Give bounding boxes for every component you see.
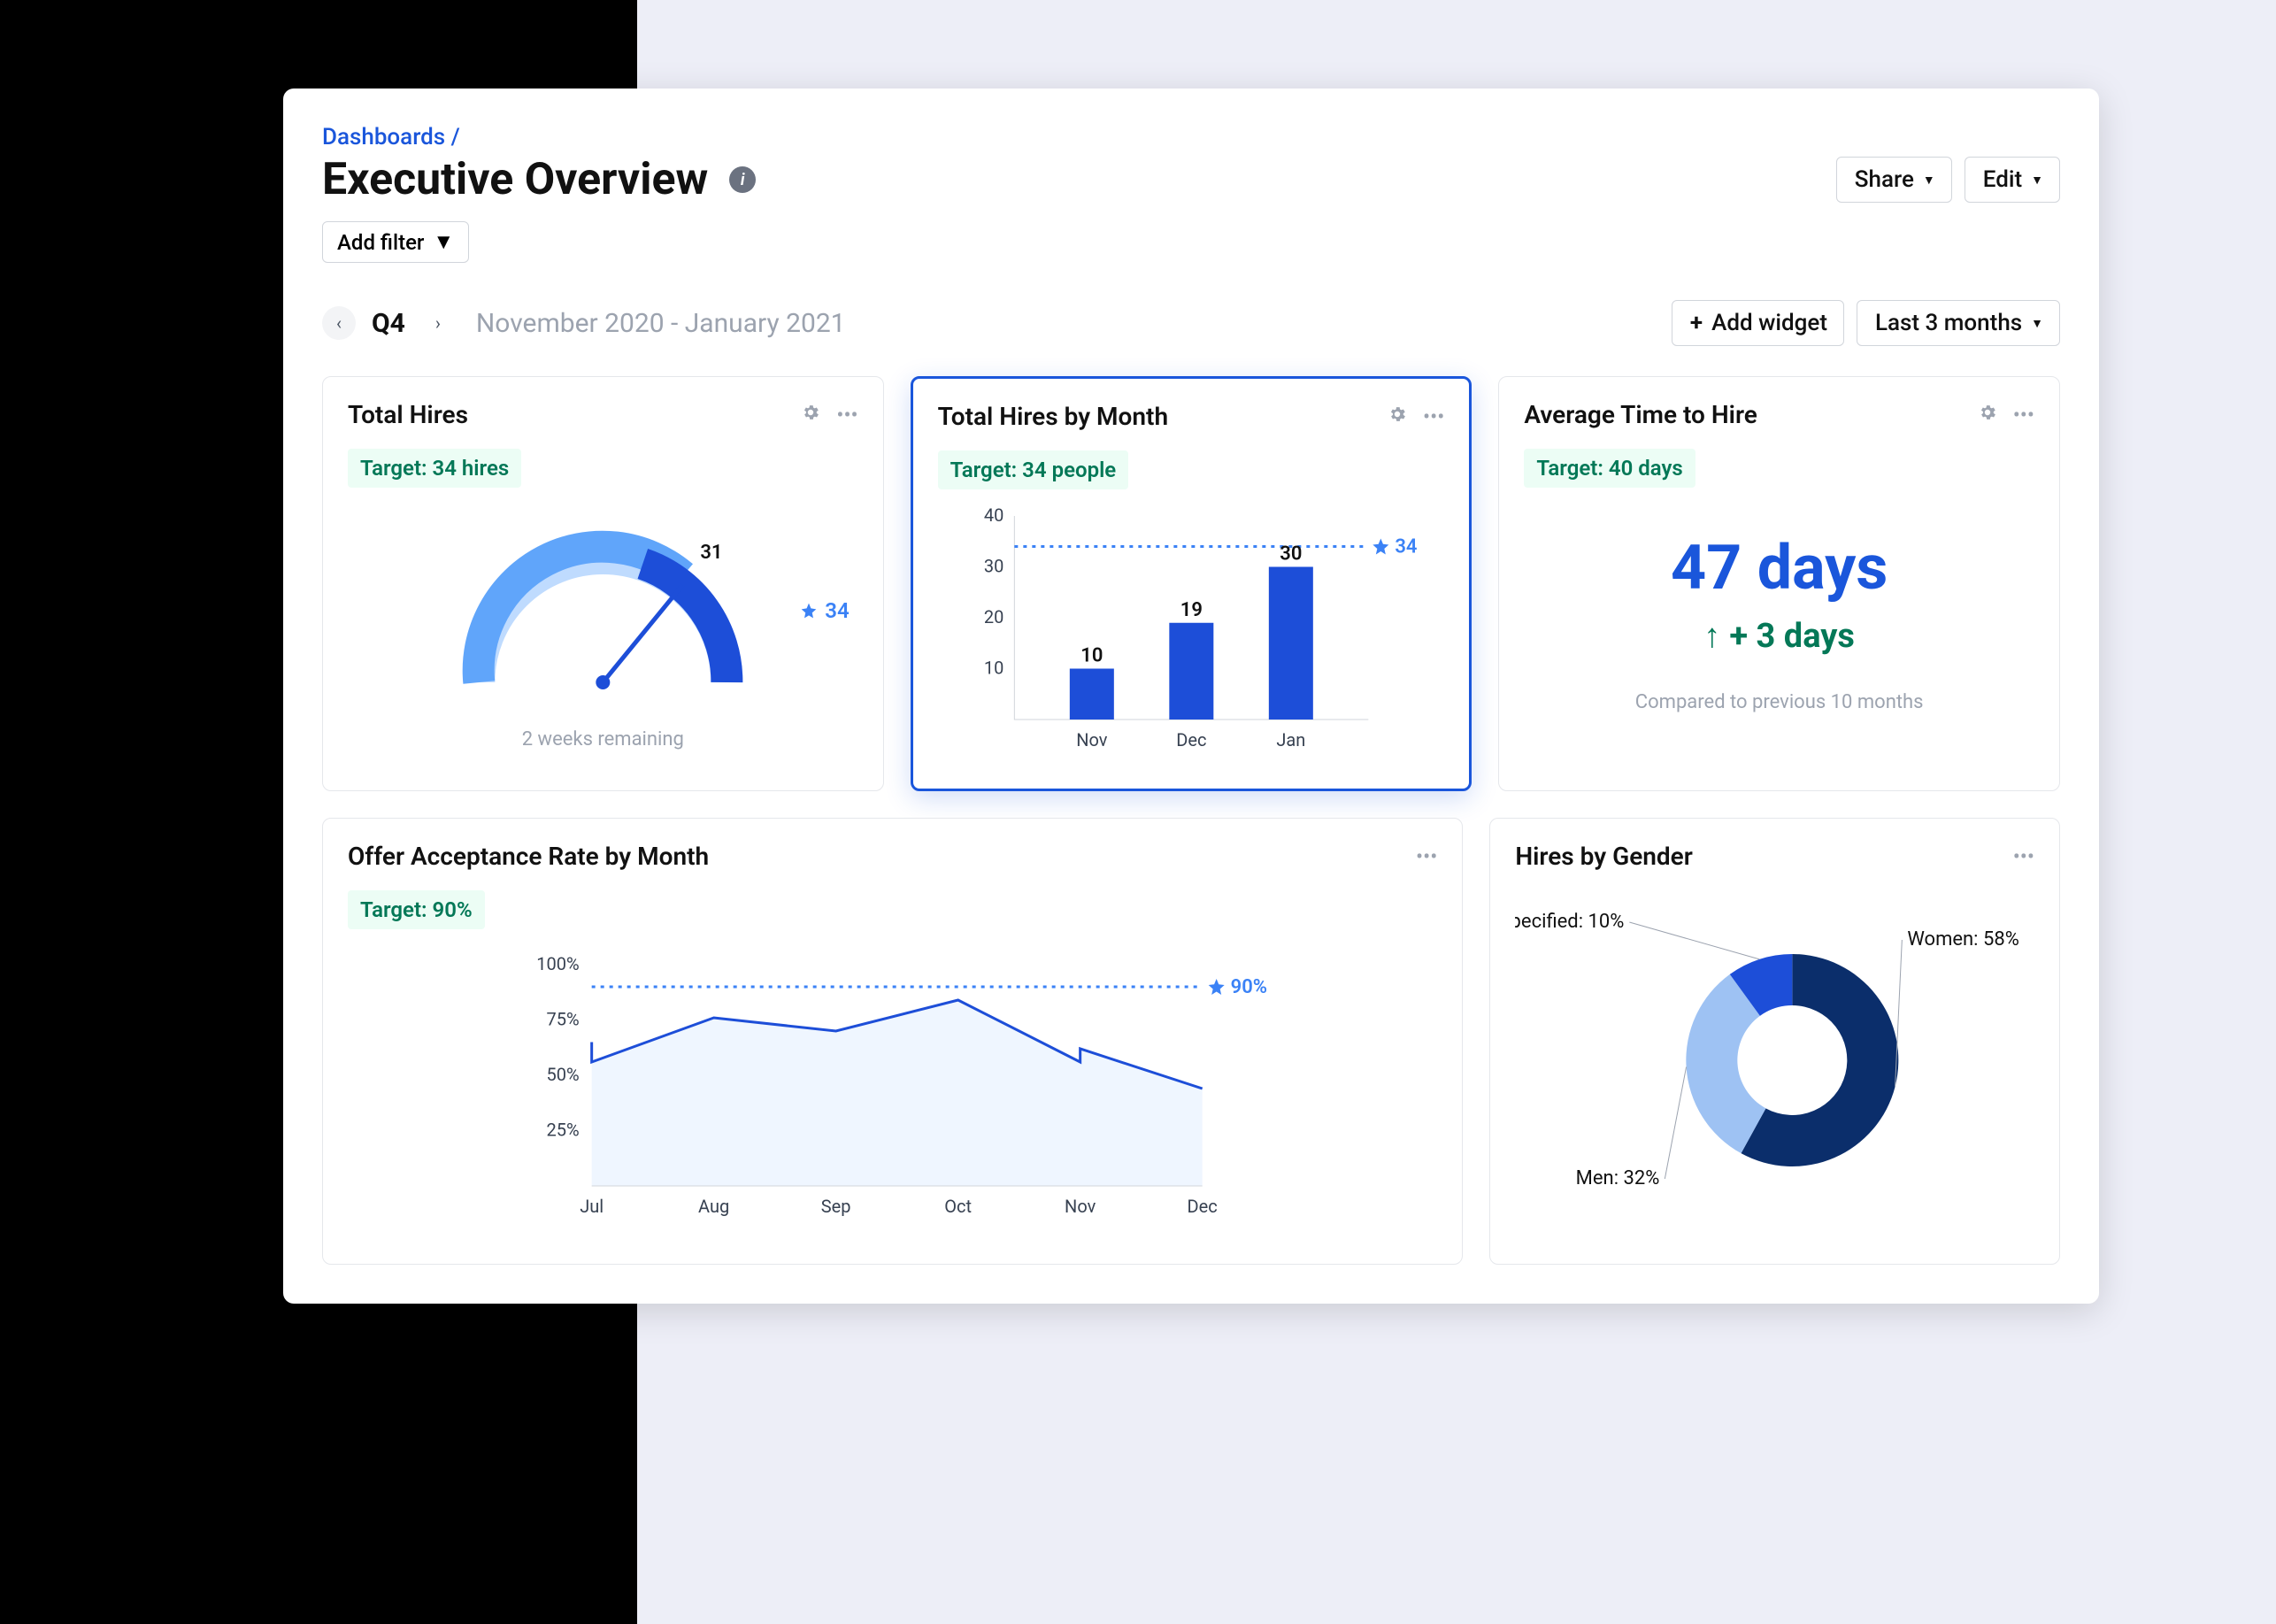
- period-next-button[interactable]: ›: [421, 306, 455, 340]
- svg-text:Jan: Jan: [1276, 729, 1305, 750]
- bar-chart: 10 20 30 40 34 10 Nov 19 Dec 30 Jan: [945, 507, 1438, 764]
- svg-text:34: 34: [1395, 536, 1417, 558]
- edit-button[interactable]: Edit ▼: [1965, 157, 2060, 203]
- more-icon[interactable]: •••: [1416, 844, 1437, 869]
- time-range-label: Last 3 months: [1875, 310, 2022, 336]
- card-title: Offer Acceptance Rate by Month: [348, 842, 709, 871]
- gear-icon[interactable]: [1388, 404, 1407, 429]
- more-icon[interactable]: •••: [1423, 404, 1444, 429]
- card-title: Average Time to Hire: [1524, 400, 1757, 429]
- svg-text:100%: 100%: [536, 953, 579, 974]
- card-title: Total Hires by Month: [938, 402, 1168, 431]
- svg-text:40: 40: [984, 507, 1003, 526]
- svg-text:Women: 58%: Women: 58%: [1908, 928, 2019, 951]
- time-range-button[interactable]: Last 3 months ▼: [1857, 300, 2060, 346]
- target-chip: Target: 90%: [348, 890, 485, 929]
- card-title: Total Hires: [348, 400, 468, 429]
- svg-text:Nov: Nov: [1076, 729, 1108, 750]
- add-filter-label: Add filter: [337, 230, 424, 255]
- star-icon: [800, 602, 818, 620]
- kpi-sub: Compared to previous 10 months: [1524, 691, 2034, 713]
- period-range: November 2020 - January 2021: [476, 308, 846, 339]
- gauge-value-label: 31: [700, 542, 722, 564]
- svg-text:20: 20: [984, 606, 1003, 627]
- kpi-delta: ↑ + 3 days: [1524, 617, 2034, 656]
- svg-text:Sep: Sep: [821, 1196, 851, 1217]
- card-title: Hires by Gender: [1515, 842, 1693, 871]
- target-chip: Target: 40 days: [1524, 449, 1695, 488]
- chevron-left-icon: ‹: [336, 312, 342, 334]
- svg-text:Jul: Jul: [580, 1196, 604, 1217]
- caret-down-icon: ▼: [1923, 173, 1935, 188]
- gauge-chart: 31: [348, 514, 858, 700]
- more-icon[interactable]: •••: [836, 403, 857, 427]
- svg-text:75%: 75%: [547, 1009, 580, 1030]
- caret-down-icon: ▼: [2031, 173, 2043, 188]
- target-chip: Target: 34 hires: [348, 449, 521, 488]
- svg-text:Aug: Aug: [698, 1196, 729, 1217]
- donut-chart: Women: 58% Men: 32% Unspecified: 10%: [1515, 892, 2034, 1211]
- svg-text:50%: 50%: [547, 1064, 580, 1085]
- svg-text:25%: 25%: [547, 1120, 580, 1141]
- info-icon[interactable]: i: [729, 166, 756, 193]
- svg-text:Dec: Dec: [1188, 1196, 1218, 1217]
- card-hires-by-gender[interactable]: Hires by Gender ••• Women: 58% Men: 32% Un…: [1489, 818, 2060, 1265]
- breadcrumb[interactable]: Dashboards /: [322, 124, 2060, 150]
- svg-text:Men: 32%: Men: 32%: [1576, 1167, 1660, 1189]
- card-hires-by-month[interactable]: Total Hires by Month ••• Target: 34 peop…: [911, 376, 1472, 791]
- gauge-caption: 2 weeks remaining: [348, 728, 858, 750]
- svg-text:90%: 90%: [1231, 976, 1267, 998]
- card-offer-acceptance[interactable]: Offer Acceptance Rate by Month ••• Targe…: [322, 818, 1463, 1265]
- svg-text:10: 10: [984, 658, 1003, 679]
- svg-text:Oct: Oct: [944, 1196, 972, 1217]
- add-widget-button[interactable]: + Add widget: [1672, 300, 1844, 346]
- gear-icon[interactable]: [1978, 403, 1997, 427]
- caret-down-icon: ▼: [2031, 316, 2043, 331]
- gear-icon[interactable]: [801, 403, 820, 427]
- dashboard-panel: Dashboards / Executive Overview i Share …: [283, 89, 2099, 1304]
- add-filter-button[interactable]: Add filter ▼: [322, 221, 469, 263]
- more-icon[interactable]: •••: [2013, 403, 2034, 427]
- card-total-hires[interactable]: Total Hires ••• Target: 34 hires: [322, 376, 884, 791]
- svg-text:Unspecified: 10%: Unspecified: 10%: [1515, 911, 1624, 933]
- share-button[interactable]: Share ▼: [1836, 157, 1952, 203]
- svg-text:Nov: Nov: [1065, 1196, 1096, 1217]
- page-title: Executive Overview: [322, 154, 708, 205]
- chevron-right-icon: ›: [435, 312, 441, 334]
- add-widget-label: Add widget: [1711, 310, 1827, 336]
- period-prev-button[interactable]: ‹: [322, 306, 356, 340]
- arrow-up-icon: ↑: [1703, 617, 1720, 656]
- edit-button-label: Edit: [1983, 166, 2022, 193]
- svg-text:Dec: Dec: [1176, 729, 1206, 750]
- target-chip: Target: 34 people: [938, 450, 1129, 489]
- svg-text:30: 30: [984, 556, 1003, 577]
- more-icon[interactable]: •••: [2013, 844, 2034, 869]
- gauge-goal-annotation: 34: [800, 598, 849, 623]
- kpi-delta-value: + 3 days: [1729, 617, 1855, 656]
- plus-icon: +: [1690, 312, 1703, 335]
- card-avg-time-to-hire[interactable]: Average Time to Hire ••• Target: 40 days…: [1498, 376, 2060, 791]
- period-label: Q4: [372, 308, 405, 339]
- kpi-value: 47 days: [1524, 532, 2034, 604]
- svg-text:19: 19: [1180, 599, 1202, 621]
- svg-text:10: 10: [1080, 645, 1103, 667]
- share-button-label: Share: [1855, 166, 1914, 193]
- svg-text:30: 30: [1280, 543, 1302, 566]
- caret-down-icon: ▼: [433, 229, 454, 255]
- gauge-goal-value: 34: [825, 598, 849, 623]
- line-chart: 25% 50% 75% 100% 90% Jul Aug Sep Oct Nov Dec: [348, 947, 1437, 1239]
